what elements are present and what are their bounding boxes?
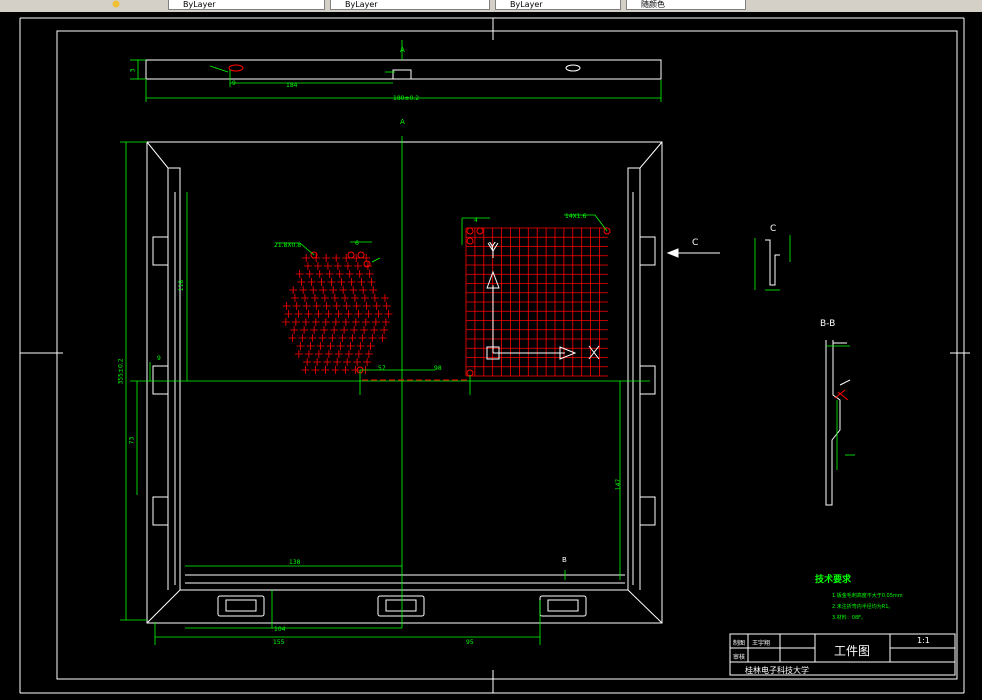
view-c-marker: C [692, 238, 699, 248]
dim-hex-label: 21.8X0.8 [274, 242, 302, 249]
title-school: 桂林电子科技大学 [745, 666, 809, 675]
dim-top-left: 184 [286, 82, 298, 89]
title-drawing-name: 工件图 [834, 644, 871, 658]
dim-bottom-mid-a: 155 [273, 639, 285, 646]
section-marker-b: B [562, 556, 567, 564]
view-c-title: C [770, 224, 777, 234]
dim-bottom-small: 104 [274, 626, 286, 633]
dim-top-width: 180±0.2 [393, 95, 420, 102]
dim-mid-98: 98 [434, 365, 442, 372]
view-bb-title: B-B [820, 319, 836, 329]
note-1: 1.钣金毛刺高度不大于0.05mm [832, 593, 903, 599]
dim-grid-a: 4 [474, 217, 478, 224]
dim-hex-a: 6 [355, 240, 359, 247]
dim-right-lower: 147 [615, 478, 623, 491]
dim-bottom-left: 138 [289, 559, 301, 566]
drawing-canvas[interactable]: A A 180±0.2 184 3 9 118 355±0.2 73 9 147… [0, 12, 982, 700]
dim-left-height: 118 [178, 279, 186, 292]
lineweight-dropdown[interactable]: ByLayer [495, 0, 621, 10]
title-check-label: 审核 [733, 654, 746, 661]
dim-top-small: 9 [232, 80, 236, 87]
axis-y-label: Y [489, 240, 496, 253]
title-design-label: 制图 [733, 640, 746, 647]
note-2: 2.未注折弯内半径均为R1。 [832, 604, 894, 610]
dim-left-lower: 73 [128, 436, 136, 445]
notes-title: 技术要求 [815, 575, 852, 585]
note-3: 3.材料：08F。 [832, 615, 867, 621]
dim-left-total: 355±0.2 [117, 358, 125, 385]
layer-state-icon[interactable] [112, 0, 122, 8]
linetype-dropdown[interactable]: ByLayer [330, 0, 490, 10]
dim-mid-57: 57 [378, 365, 386, 372]
dim-bottom-mid-b: 95 [466, 639, 474, 646]
dim-left-small: 9 [157, 355, 161, 362]
title-designer: 王宇翔 [752, 640, 771, 647]
svg-text:A: A [400, 46, 405, 54]
dim-top-height: 3 [129, 68, 137, 73]
svg-text:A: A [400, 118, 405, 126]
dim-grid-label: 14X1.6 [565, 213, 587, 220]
color-dropdown[interactable]: ByLayer [168, 0, 325, 10]
title-scale: 1:1 [917, 636, 930, 645]
plotstyle-dropdown[interactable]: 随颜色 [626, 0, 746, 10]
